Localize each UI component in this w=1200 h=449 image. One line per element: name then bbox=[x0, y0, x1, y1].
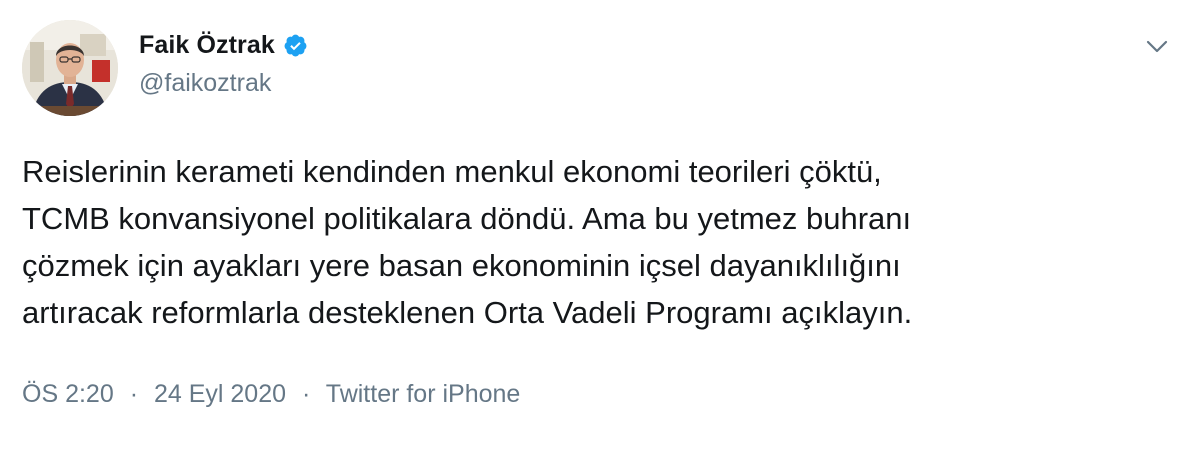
meta-separator: · bbox=[129, 380, 139, 408]
tweet-text: Reislerinin kerameti kendinden menkul ek… bbox=[22, 154, 913, 330]
tweet-meta: ÖS 2:20 · 24 Eyl 2020 · Twitter for iPho… bbox=[22, 380, 520, 409]
verified-badge-icon bbox=[283, 33, 308, 58]
author-info: Faik Öztrak @faikoztrak bbox=[139, 31, 308, 98]
tweet-date[interactable]: 24 Eyl 2020 bbox=[154, 380, 286, 408]
display-name[interactable]: Faik Öztrak bbox=[139, 31, 275, 60]
tweet-card: Faik Öztrak @faikoztrak Reislerinin kera… bbox=[0, 0, 1200, 449]
name-row: Faik Öztrak bbox=[139, 31, 308, 60]
tweet-source[interactable]: Twitter for iPhone bbox=[326, 380, 521, 408]
avatar[interactable] bbox=[22, 20, 118, 116]
avatar-image bbox=[22, 20, 118, 116]
chevron-down-icon[interactable] bbox=[1140, 30, 1174, 64]
meta-separator: · bbox=[301, 380, 311, 408]
tweet-time[interactable]: ÖS 2:20 bbox=[22, 380, 114, 408]
handle[interactable]: @faikoztrak bbox=[139, 69, 308, 98]
